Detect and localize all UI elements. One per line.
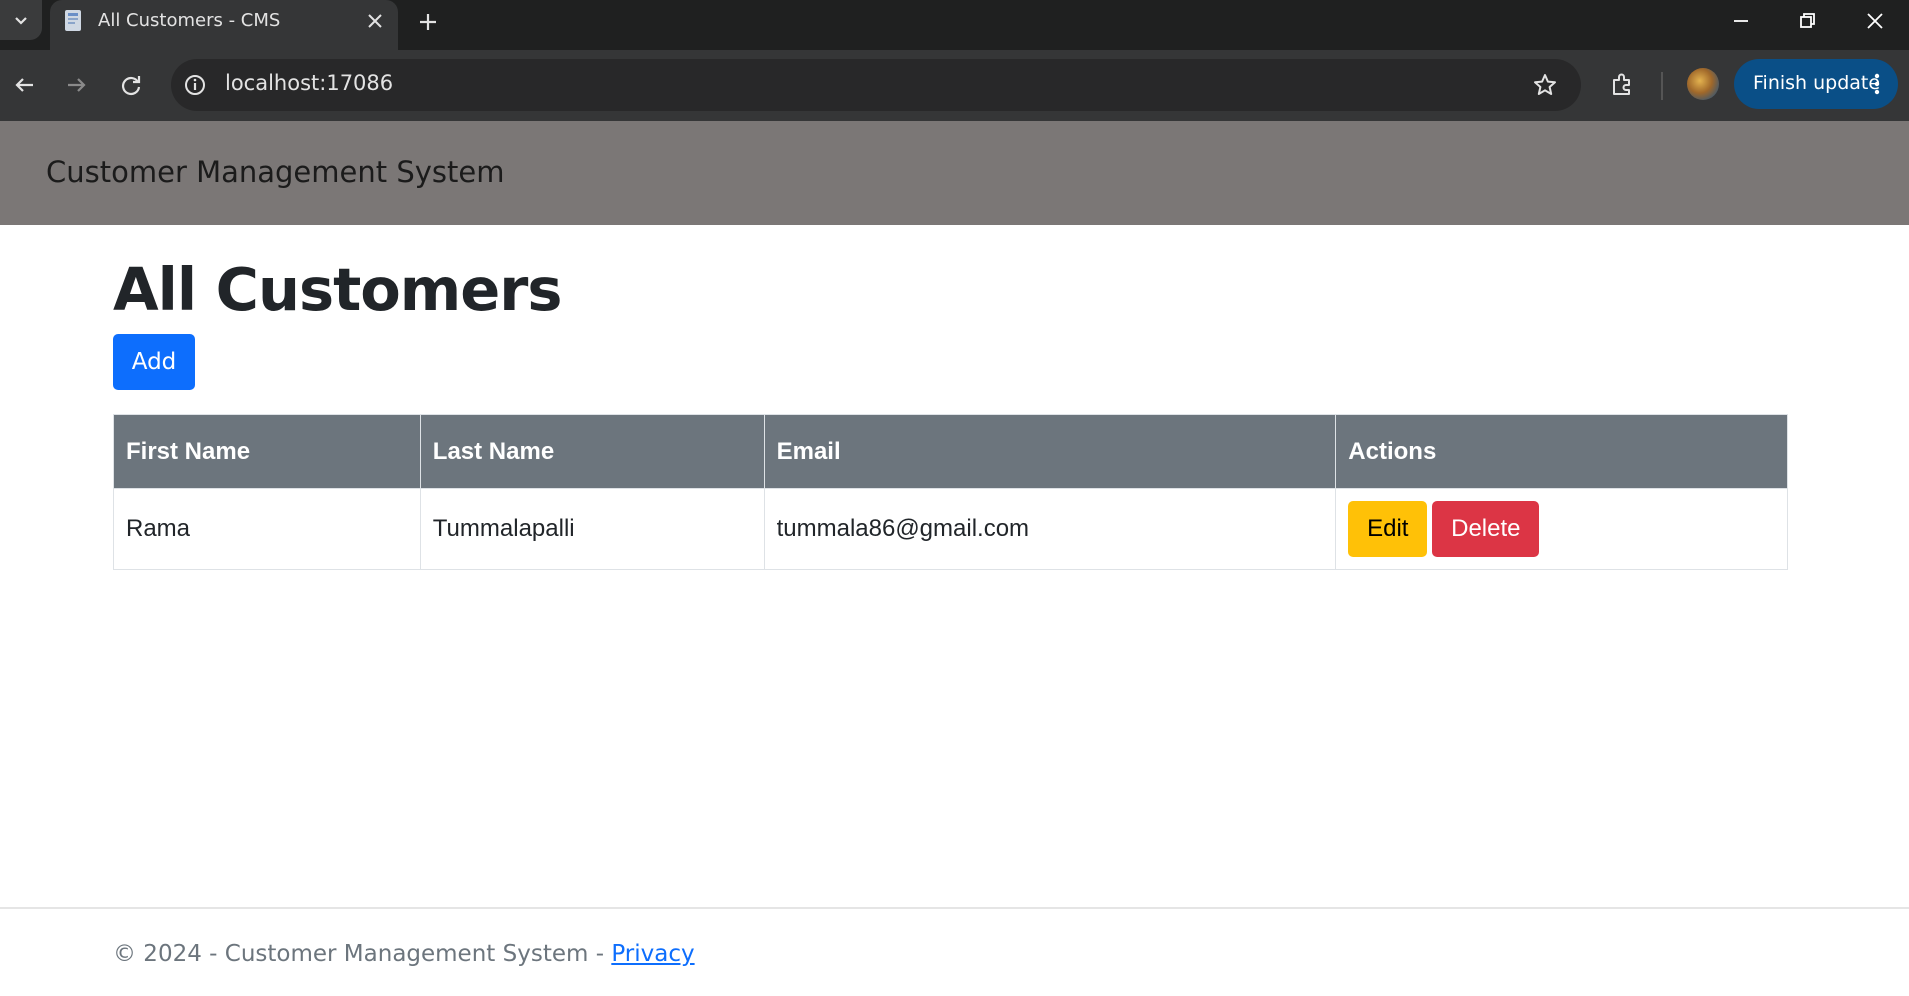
table-header-row: First Name Last Name Email Actions [113,414,1788,489]
header-email: Email [763,414,1337,489]
privacy-link[interactable]: Privacy [611,941,694,967]
forward-icon[interactable] [62,70,92,100]
address-bar[interactable]: localhost:17086 [171,59,1581,111]
more-icon [1874,73,1880,95]
cell-email: tummala86@gmail.com [763,488,1337,570]
chevron-down-icon [15,17,27,25]
restore-icon[interactable] [1792,6,1822,36]
url-text[interactable]: localhost:17086 [225,71,393,95]
window-close-icon[interactable] [1860,6,1890,36]
back-icon[interactable] [9,70,39,100]
delete-button[interactable]: Delete [1432,501,1540,557]
site-navbar: Customer Management System [0,121,1909,225]
cell-first-name: Rama [113,488,421,570]
customers-table: First Name Last Name Email Actions Rama … [113,414,1788,570]
footer-divider [0,907,1909,909]
star-icon[interactable] [1531,71,1559,99]
profile-avatar[interactable] [1687,68,1719,100]
tab-title: All Customers - CMS [98,10,281,31]
header-actions: Actions [1335,414,1788,489]
brand-link[interactable]: Customer Management System [46,155,504,189]
edit-button[interactable]: Edit [1348,501,1428,557]
footer-text: © 2024 - Customer Management System - [113,941,612,967]
add-button[interactable]: Add [113,334,195,390]
tab-search-button[interactable] [0,0,42,40]
browser-toolbar: localhost:17086 Finish update [0,50,1909,121]
info-icon[interactable] [183,73,207,97]
reload-icon[interactable] [116,70,146,100]
header-last-name: Last Name [419,414,765,489]
active-tab[interactable]: All Customers - CMS [50,0,398,50]
page-title: All Customers [113,255,563,324]
toolbar-divider [1661,72,1663,100]
favicon-icon [65,10,81,31]
finish-update-button[interactable]: Finish update [1734,59,1898,109]
footer: © 2024 - Customer Management System - Pr… [113,941,695,967]
cell-actions: Edit Delete [1335,488,1788,570]
browser-tab-strip: All Customers - CMS [0,0,1909,50]
finish-update-label: Finish update [1753,72,1881,94]
close-icon[interactable] [364,10,386,32]
plus-icon[interactable] [414,8,442,36]
cell-last-name: Tummalapalli [419,488,765,570]
minimize-icon[interactable] [1726,6,1756,36]
table-row: Rama Tummalapalli tummala86@gmail.com Ed… [113,488,1788,570]
header-first-name: First Name [113,414,421,489]
extensions-icon[interactable] [1607,70,1637,100]
